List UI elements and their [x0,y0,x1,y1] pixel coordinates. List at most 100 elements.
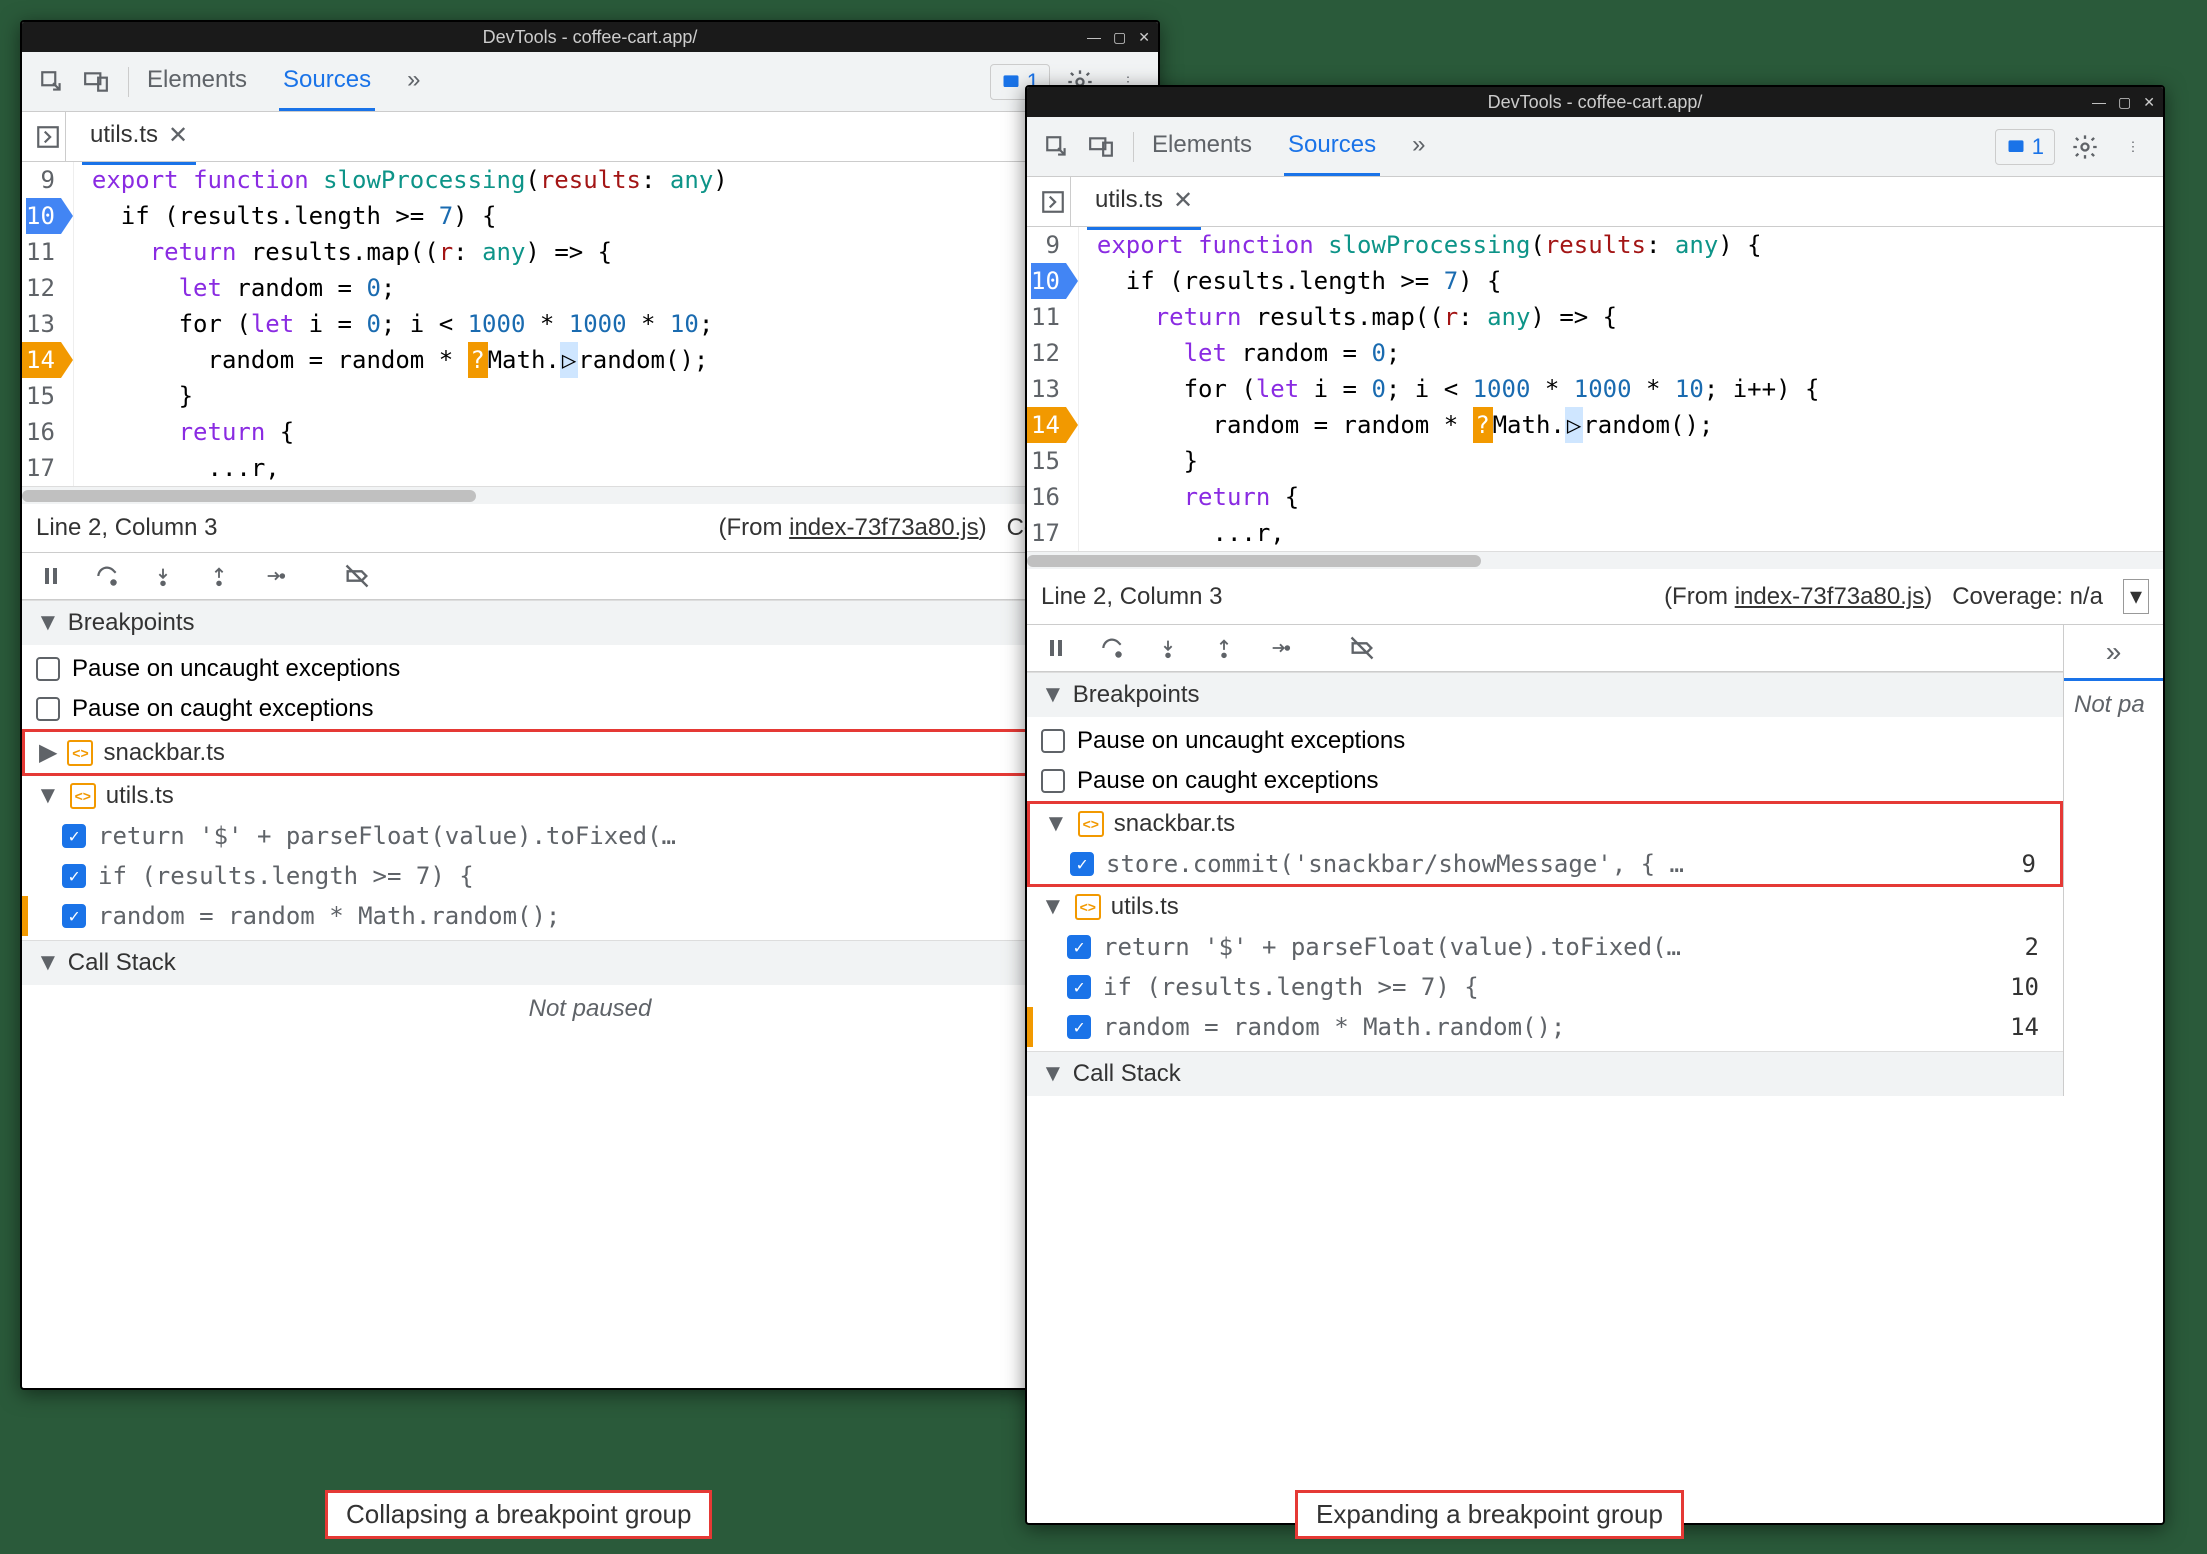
line-number[interactable]: 16 [1031,479,1066,515]
checkbox-checked[interactable]: ✓ [62,904,86,928]
settings-icon[interactable] [2067,129,2103,165]
tab-sources[interactable]: Sources [279,52,375,111]
device-toggle-icon[interactable] [78,64,114,100]
callstack-section-header[interactable]: ▼ Call Stack [22,940,1158,985]
checkbox-unchecked[interactable] [1041,769,1065,793]
device-toggle-icon[interactable] [1083,129,1119,165]
not-paused-label: Not pa [2064,681,2163,729]
source-map-link[interactable]: index-73f73a80.js [1735,583,1924,610]
dropdown-icon[interactable]: ▾ [2123,579,2149,614]
callstack-section-header[interactable]: ▼ Call Stack [1027,1051,2063,1096]
deactivate-breakpoints-icon[interactable] [1347,633,1377,663]
code-content[interactable]: export function slowProcessing(results: … [1079,227,1820,551]
code-editor[interactable]: 9 10 11 12 13 ?14 15 16 17 export functi… [22,162,1158,486]
inspect-icon[interactable] [1039,129,1075,165]
line-number[interactable]: 15 [26,378,61,414]
tab-sources[interactable]: Sources [1284,117,1380,176]
step-into-icon[interactable] [1153,633,1183,663]
line-number-conditional-bp[interactable]: ?14 [1031,407,1066,443]
breakpoints-section-header[interactable]: ▼ Breakpoints [1027,672,2063,717]
navigator-toggle-icon[interactable] [30,112,66,162]
chevron-down-icon: ▼ [1041,893,1065,921]
navigator-toggle-icon[interactable] [1035,177,1071,227]
file-tabs: utils.ts ✕ [22,112,1158,162]
pause-icon[interactable] [1041,633,1071,663]
file-tab-close-icon[interactable]: ✕ [1173,186,1193,215]
breakpoint-item[interactable]: ✓ return '$' + parseFloat(value).toFixed… [22,816,1158,856]
pause-uncaught-checkbox-row[interactable]: Pause on uncaught exceptions [22,649,1158,689]
pause-icon[interactable] [36,561,66,591]
step-out-icon[interactable] [204,561,234,591]
file-tab-utils[interactable]: utils.ts ✕ [82,109,196,165]
tabs-more-icon[interactable]: » [1408,117,1429,176]
checkbox-unchecked[interactable] [1041,729,1065,753]
close-icon[interactable]: ✕ [1138,29,1150,46]
breakpoint-item[interactable]: ✓ store.commit('snackbar/showMessage', {… [1030,844,2060,884]
minimize-icon[interactable]: — [1087,29,1101,46]
line-number[interactable]: 9 [26,162,61,198]
line-number[interactable]: 17 [26,450,61,486]
breakpoint-group-utils[interactable]: ▼ <> utils.ts [1027,887,2063,927]
deactivate-breakpoints-icon[interactable] [342,561,372,591]
breakpoints-section-header[interactable]: ▼ Breakpoints [22,600,1158,645]
line-number[interactable]: 12 [26,270,61,306]
line-number-conditional-bp[interactable]: ?14 [26,342,61,378]
breakpoint-item[interactable]: ✓ if (results.length >= 7) { 10 [22,856,1158,896]
line-number[interactable]: 9 [1031,227,1066,263]
breakpoint-group-snackbar[interactable]: ▼ <> snackbar.ts [1030,804,2060,844]
file-tab-close-icon[interactable]: ✕ [168,121,188,150]
pause-caught-checkbox-row[interactable]: Pause on caught exceptions [22,689,1158,729]
checkbox-checked[interactable]: ✓ [1067,975,1091,999]
checkbox-checked[interactable]: ✓ [1067,935,1091,959]
checkbox-unchecked[interactable] [36,697,60,721]
file-tabs: utils.ts ✕ [1027,177,2163,227]
breakpoint-item[interactable]: ✓ if (results.length >= 7) { 10 [1027,967,2063,1007]
line-number[interactable]: 16 [26,414,61,450]
pause-caught-checkbox-row[interactable]: Pause on caught exceptions [1027,761,2063,801]
inspect-icon[interactable] [34,64,70,100]
side-tabs-more-icon[interactable]: » [2064,625,2163,681]
code-content[interactable]: export function slowProcessing(results: … [74,162,728,486]
tab-elements[interactable]: Elements [1148,117,1256,176]
issues-badge[interactable]: 1 [1995,129,2055,165]
step-icon[interactable] [1265,633,1295,663]
line-number[interactable]: 12 [1031,335,1066,371]
breakpoint-item[interactable]: ✓ return '$' + parseFloat(value).toFixed… [1027,927,2063,967]
line-number[interactable]: 17 [1031,515,1066,551]
step-icon[interactable] [260,561,290,591]
close-icon[interactable]: ✕ [2143,94,2155,111]
horizontal-scrollbar[interactable] [22,486,1158,504]
breakpoint-item[interactable]: ✓ random = random * Math.random(); 14 [22,896,1158,936]
line-number-breakpoint[interactable]: 10 [26,198,61,234]
more-icon[interactable]: ⋮ [2115,129,2151,165]
minimize-icon[interactable]: — [2092,94,2106,111]
checkbox-checked[interactable]: ✓ [62,824,86,848]
step-over-icon[interactable] [92,561,122,591]
maximize-icon[interactable]: ▢ [2118,94,2131,111]
step-out-icon[interactable] [1209,633,1239,663]
line-number[interactable]: 13 [26,306,61,342]
checkbox-checked[interactable]: ✓ [1067,1015,1091,1039]
maximize-icon[interactable]: ▢ [1113,29,1126,46]
line-number[interactable]: 11 [26,234,61,270]
checkbox-checked[interactable]: ✓ [62,864,86,888]
code-editor[interactable]: 9 10 11 12 13 ?14 15 16 17 export functi… [1027,227,2163,551]
breakpoint-group-snackbar[interactable]: ▶ <> snackbar.ts [22,729,1158,776]
checkbox-unchecked[interactable] [36,657,60,681]
line-number[interactable]: 11 [1031,299,1066,335]
step-into-icon[interactable] [148,561,178,591]
file-tab-utils[interactable]: utils.ts ✕ [1087,174,1201,230]
line-number[interactable]: 13 [1031,371,1066,407]
source-map-link[interactable]: index-73f73a80.js [789,514,978,541]
tab-elements[interactable]: Elements [143,52,251,111]
line-number[interactable]: 15 [1031,443,1066,479]
step-over-icon[interactable] [1097,633,1127,663]
breakpoint-group-utils[interactable]: ▼ <> utils.ts [22,776,1158,816]
breakpoint-item[interactable]: ✓ random = random * Math.random(); 14 [1027,1007,2063,1047]
pause-uncaught-checkbox-row[interactable]: Pause on uncaught exceptions [1027,721,2063,761]
line-number-breakpoint[interactable]: 10 [1031,263,1066,299]
tabs-more-icon[interactable]: » [403,52,424,111]
window-titlebar: DevTools - coffee-cart.app/ — ▢ ✕ [1027,87,2163,117]
checkbox-checked[interactable]: ✓ [1070,852,1094,876]
horizontal-scrollbar[interactable] [1027,551,2163,569]
